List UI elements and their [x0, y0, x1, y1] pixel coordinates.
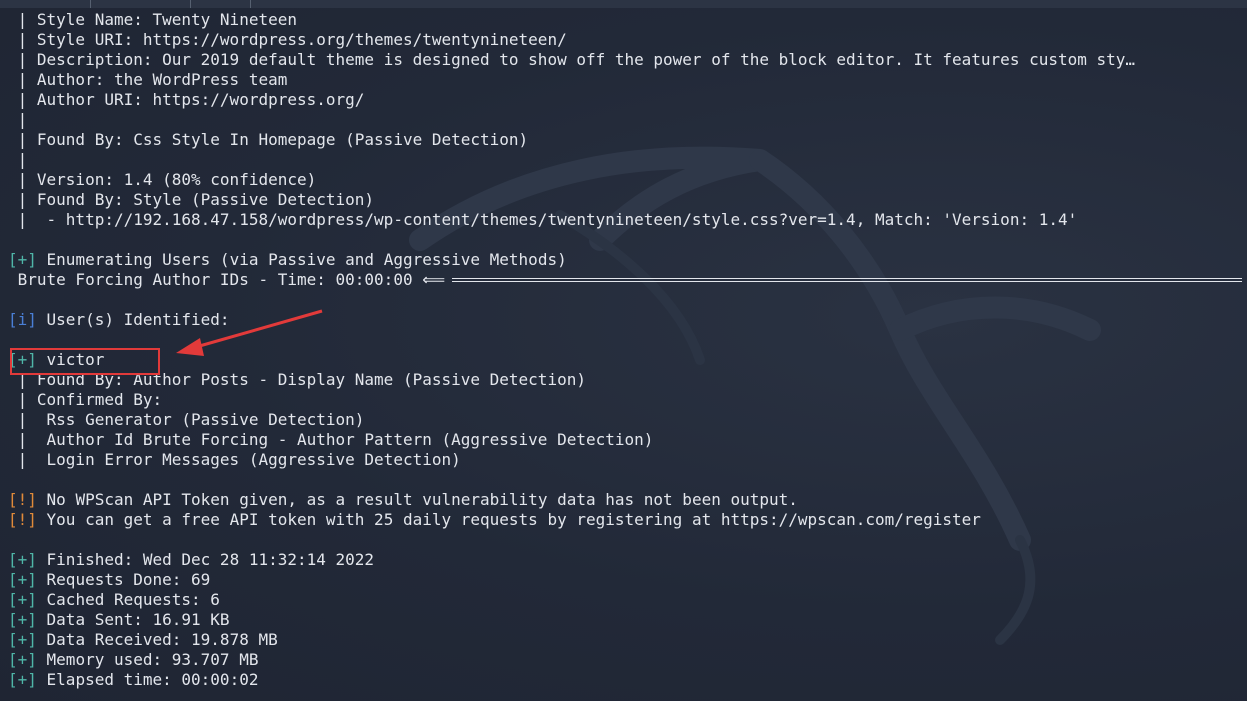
line-text: | - http://192.168.47.158/wordpress/wp-c…	[8, 210, 1078, 229]
line-text: Requests Done: 69	[36, 570, 211, 589]
line-text: | Author URI: https://wordpress.org/	[8, 90, 365, 109]
terminal-line-found-by-css: | Found By: Css Style In Homepage (Passi…	[8, 130, 529, 150]
line-text: No WPScan API Token given, as a result v…	[36, 490, 798, 509]
terminal-line-brute-forcing: Brute Forcing Author IDs - Time: 00:00:0…	[8, 270, 446, 290]
status-tag: [!]	[8, 490, 37, 509]
line-text: User(s) Identified:	[36, 310, 230, 329]
terminal-line-victor-rss: | Rss Generator (Passive Detection)	[8, 410, 365, 430]
line-text: Brute Forcing Author IDs - Time: 00:00:0…	[8, 270, 446, 289]
line-text: Data Sent: 16.91 KB	[36, 610, 230, 629]
line-text: | Style URI: https://wordpress.org/theme…	[8, 30, 567, 49]
line-text: Elapsed time: 00:00:02	[36, 670, 259, 689]
terminal-line-blank-pipe-2: |	[8, 150, 28, 170]
status-tag: [+]	[8, 610, 37, 629]
line-text: | Author: the WordPress team	[8, 70, 288, 89]
terminal-line-victor-author-id: | Author Id Brute Forcing - Author Patte…	[8, 430, 654, 450]
annotation-highlight-box	[10, 348, 160, 375]
status-tag: [+]	[8, 590, 37, 609]
terminal-line-memory-used: [+] Memory used: 93.707 MB	[8, 650, 258, 670]
progress-bar-line	[452, 278, 1242, 282]
status-tag: [+]	[8, 250, 37, 269]
terminal-line-victor-login-error: | Login Error Messages (Aggressive Detec…	[8, 450, 461, 470]
line-text: Cached Requests: 6	[36, 590, 220, 609]
line-text: | Rss Generator (Passive Detection)	[8, 410, 365, 429]
terminal-line-style-name: | Style Name: Twenty Nineteen	[8, 10, 297, 30]
line-text: |	[8, 150, 28, 169]
line-text: | Style Name: Twenty Nineteen	[8, 10, 297, 29]
line-text: Finished: Wed Dec 28 11:32:14 2022	[36, 550, 375, 569]
terminal-line-version: | Version: 1.4 (80% confidence)	[8, 170, 317, 190]
line-text: | Description: Our 2019 default theme is…	[8, 50, 1136, 69]
status-tag: [+]	[8, 650, 37, 669]
terminal-line-no-token: [!] No WPScan API Token given, as a resu…	[8, 490, 798, 510]
terminal-line-style-match: | - http://192.168.47.158/wordpress/wp-c…	[8, 210, 1078, 230]
terminal-window[interactable]: | Style Name: Twenty Nineteen | Style UR…	[0, 0, 1247, 701]
status-tag: [+]	[8, 670, 37, 689]
status-tag: [+]	[8, 550, 37, 569]
terminal-line-victor-confirmed: | Confirmed By:	[8, 390, 163, 410]
line-text: Enumerating Users (via Passive and Aggre…	[36, 250, 567, 269]
terminal-line-found-by-style: | Found By: Style (Passive Detection)	[8, 190, 374, 210]
line-text: | Login Error Messages (Aggressive Detec…	[8, 450, 461, 469]
terminal-line-author-uri: | Author URI: https://wordpress.org/	[8, 90, 365, 110]
terminal-line-cached-requests: [+] Cached Requests: 6	[8, 590, 220, 610]
terminal-line-elapsed-time: [+] Elapsed time: 00:00:02	[8, 670, 258, 690]
line-text: |	[8, 110, 28, 129]
terminal-line-style-uri: | Style URI: https://wordpress.org/theme…	[8, 30, 567, 50]
line-text: | Found By: Css Style In Homepage (Passi…	[8, 130, 529, 149]
terminal-line-users-identified: [i] User(s) Identified:	[8, 310, 230, 330]
terminal-line-finished: [+] Finished: Wed Dec 28 11:32:14 2022	[8, 550, 374, 570]
line-text: | Confirmed By:	[8, 390, 163, 409]
terminal-line-enum-users: [+] Enumerating Users (via Passive and A…	[8, 250, 567, 270]
line-text: | Found By: Style (Passive Detection)	[8, 190, 375, 209]
line-text: Memory used: 93.707 MB	[36, 650, 259, 669]
tab-ghost-1[interactable]	[0, 0, 91, 8]
tab-ghost-2[interactable]	[90, 0, 191, 8]
status-tag: [+]	[8, 630, 37, 649]
status-tag: [+]	[8, 570, 37, 589]
tab-ghost-3[interactable]	[190, 0, 251, 8]
status-tag: [!]	[8, 510, 37, 529]
terminal-line-author: | Author: the WordPress team	[8, 70, 288, 90]
terminal-line-free-token: [!] You can get a free API token with 25…	[8, 510, 981, 530]
line-text: You can get a free API token with 25 dai…	[36, 510, 981, 529]
terminal-line-blank-pipe-1: |	[8, 110, 28, 130]
line-text: | Author Id Brute Forcing - Author Patte…	[8, 430, 654, 449]
status-tag: [i]	[8, 310, 37, 329]
terminal-line-data-sent: [+] Data Sent: 16.91 KB	[8, 610, 230, 630]
terminal-line-description: | Description: Our 2019 default theme is…	[8, 50, 1135, 70]
tab-strip	[0, 0, 1247, 8]
line-text: | Version: 1.4 (80% confidence)	[8, 170, 317, 189]
terminal-line-requests-done: [+] Requests Done: 69	[8, 570, 210, 590]
line-text: Data Received: 19.878 MB	[36, 630, 278, 649]
terminal-line-data-received: [+] Data Received: 19.878 MB	[8, 630, 278, 650]
